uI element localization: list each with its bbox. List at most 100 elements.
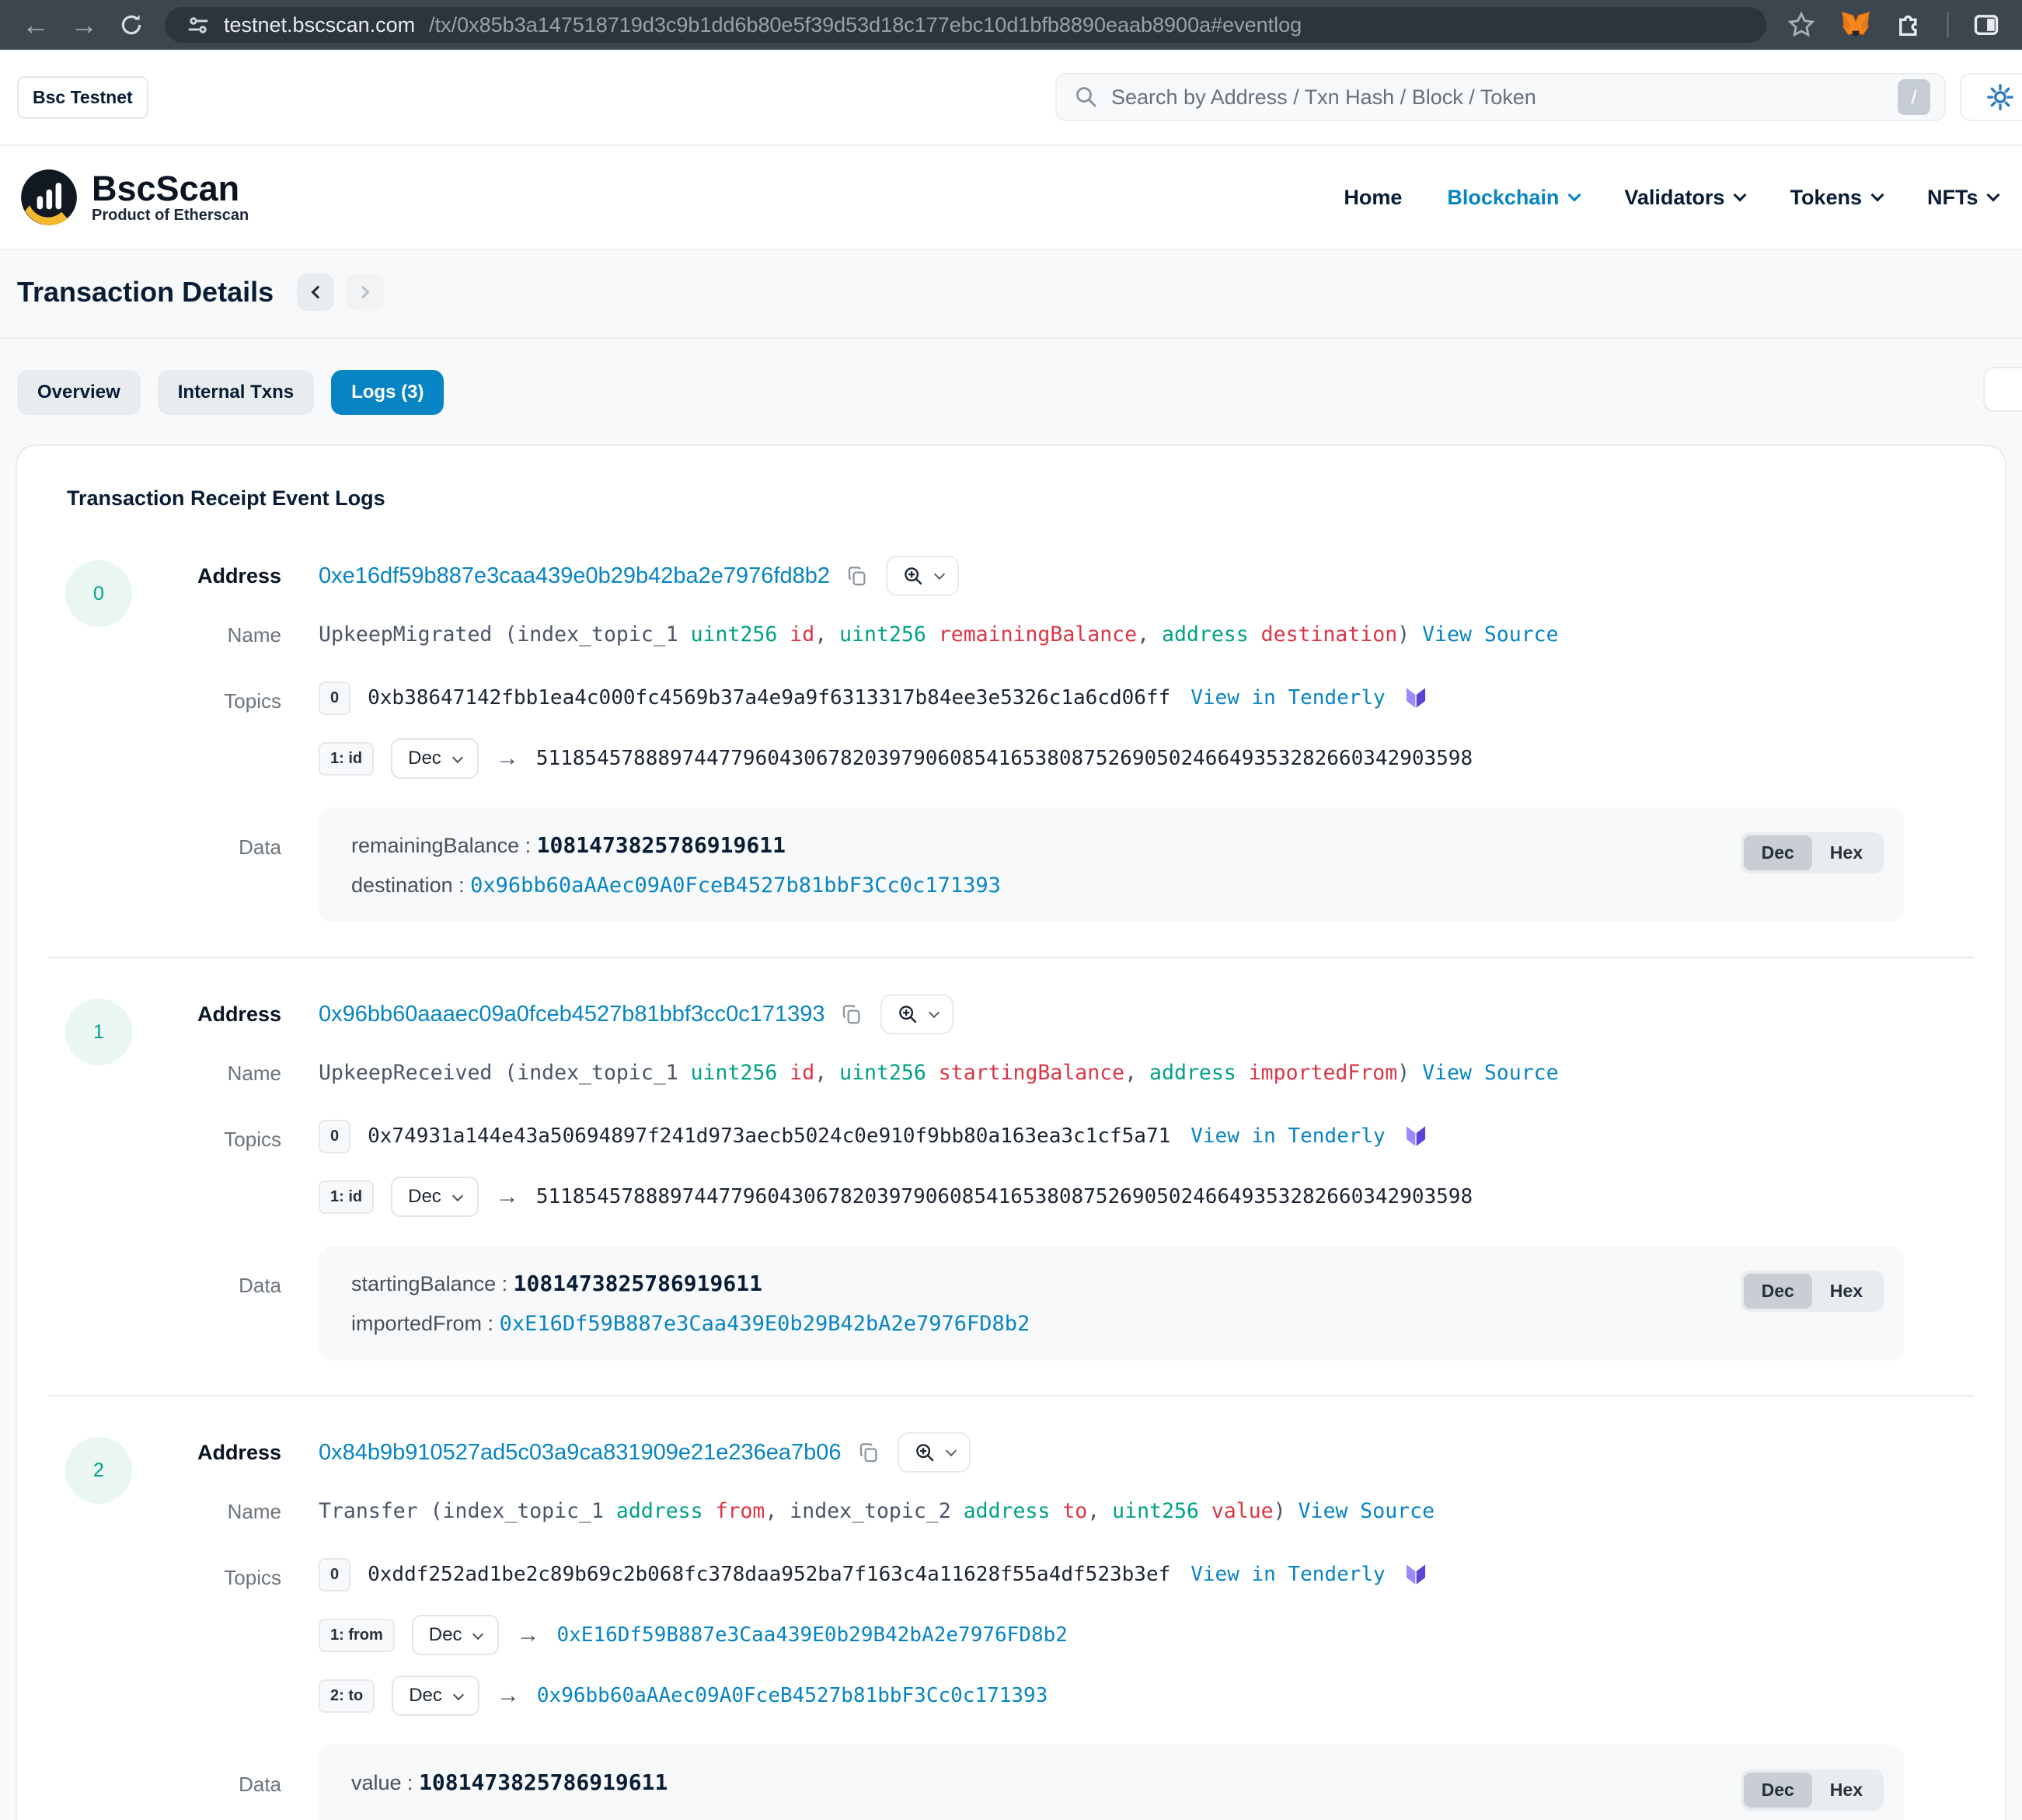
- back-icon[interactable]: ←: [22, 11, 50, 39]
- data-row-line: value : 1081473825786919611: [351, 1769, 668, 1795]
- zoom-in-icon: [901, 564, 925, 587]
- signature-token: address: [964, 1499, 1051, 1523]
- main-nav: Home Blockchain Validators Tokens NFTs M…: [1344, 186, 2022, 210]
- chevron-down-icon: [452, 751, 463, 762]
- topic-row: 1: id Dec → 5118545788897447796043067820…: [319, 736, 1971, 781]
- colon: :: [453, 873, 471, 897]
- extensions-icon[interactable]: [1895, 11, 1923, 39]
- signature-token: [926, 1061, 939, 1085]
- topic-value[interactable]: 0xE16Df59B887e3Caa439E0b29B42bA2e7976FD8…: [556, 1623, 1067, 1647]
- hex-toggle-button[interactable]: Hex: [1812, 1773, 1881, 1808]
- nav-item-blockchain[interactable]: Blockchain: [1447, 186, 1579, 210]
- data-param-value: 1081473825786919611: [537, 832, 786, 858]
- data-param-value: 1081473825786919611: [419, 1769, 668, 1795]
- log-address-link[interactable]: 0xe16df59b887e3caa439e0b29b42ba2e7976fd8…: [319, 563, 830, 589]
- signature-token: [1236, 1061, 1249, 1085]
- brand-title: BscScan: [92, 170, 249, 207]
- signature-token: uint256: [691, 622, 778, 647]
- signature-token: ): [1397, 622, 1422, 647]
- signature-token: Transfer (index_topic_1: [319, 1499, 616, 1523]
- log-address-link[interactable]: 0x96bb60aaaec09a0fceb4527b81bbf3cc0c1713…: [319, 1002, 824, 1027]
- copy-address-icon[interactable]: [840, 1002, 863, 1026]
- chevron-down-icon: [1870, 189, 1884, 202]
- address-zoom-dropdown[interactable]: [880, 994, 953, 1034]
- event-log-entry: 1 Address 0x96bb60aaaec09a0fceb4527b81bb…: [17, 986, 2005, 1367]
- nav-item-nfts[interactable]: NFTs: [1927, 186, 1999, 210]
- search-input[interactable]: [1111, 85, 1885, 110]
- tab-internal-txns[interactable]: Internal Txns: [158, 370, 314, 415]
- signature-token: [1050, 1499, 1062, 1523]
- metamask-icon[interactable]: [1839, 9, 1872, 41]
- search-bar[interactable]: /: [1055, 73, 1946, 121]
- address-zoom-dropdown[interactable]: [886, 556, 959, 596]
- toolbar-separator: [1947, 12, 1949, 38]
- view-source-link[interactable]: View Source: [1422, 622, 1559, 647]
- view-source-link[interactable]: View Source: [1422, 1061, 1559, 1085]
- topic-index-badge: 1: from: [319, 1619, 395, 1652]
- brand-logo[interactable]: BscScan Product of Etherscan: [17, 166, 249, 229]
- advanced-filter-button[interactable]: [1983, 367, 2022, 412]
- side-panel-icon[interactable]: [1972, 11, 2000, 39]
- theme-toggle-button[interactable]: [1960, 73, 2022, 121]
- hex-toggle-button[interactable]: Hex: [1812, 1274, 1881, 1309]
- hex-toggle-button[interactable]: Hex: [1812, 835, 1881, 870]
- view-source-link[interactable]: View Source: [1299, 1499, 1435, 1523]
- log-divider: [48, 1395, 1974, 1396]
- dec-toggle-button[interactable]: Dec: [1744, 835, 1812, 870]
- topic-decode-select[interactable]: Dec: [391, 1177, 479, 1217]
- data-param-name: remainingBalance: [351, 834, 519, 857]
- topic-decode-select[interactable]: Dec: [412, 1615, 500, 1655]
- signature-token: ,: [1124, 1061, 1149, 1085]
- reload-icon[interactable]: [118, 12, 145, 38]
- tab-overview[interactable]: Overview: [17, 370, 141, 415]
- previous-transaction-button[interactable]: [297, 274, 334, 311]
- view-in-tenderly-link[interactable]: View in Tenderly: [1191, 1124, 1385, 1148]
- nav-item-home[interactable]: Home: [1344, 186, 1402, 210]
- topics-label: Topics: [17, 1114, 319, 1152]
- dec-toggle-button[interactable]: Dec: [1744, 1773, 1812, 1808]
- data-param-value[interactable]: 0x96bb60aAAec09A0FceB4527b81bbF3Cc0c1713…: [470, 873, 1001, 898]
- view-in-tenderly-link[interactable]: View in Tenderly: [1191, 1563, 1385, 1586]
- nav-item-validators[interactable]: Validators: [1624, 186, 1745, 210]
- bookmark-star-icon[interactable]: [1787, 10, 1816, 40]
- network-badge[interactable]: Bsc Testnet: [17, 76, 148, 119]
- search-shortcut-badge: /: [1898, 79, 1930, 115]
- site-info-icon[interactable]: [187, 13, 210, 37]
- signature-token: [777, 622, 790, 647]
- address-label: Address: [17, 564, 319, 588]
- chevron-down-icon: [472, 1628, 483, 1639]
- topic-value[interactable]: 0x96bb60aAAec09A0FceB4527b81bbF3Cc0c1713…: [537, 1684, 1048, 1707]
- log-index-badge: 0: [65, 560, 132, 627]
- name-label: Name: [17, 1500, 319, 1524]
- chevron-down-icon: [453, 1689, 464, 1700]
- arrow-right-icon: →: [496, 1184, 519, 1210]
- address-zoom-dropdown[interactable]: [898, 1432, 971, 1473]
- dec-toggle-button[interactable]: Dec: [1744, 1274, 1812, 1309]
- data-param-name: value: [351, 1771, 402, 1794]
- tenderly-icon: [1403, 685, 1429, 711]
- forward-icon[interactable]: →: [70, 11, 98, 39]
- view-in-tenderly-link[interactable]: View in Tenderly: [1191, 686, 1385, 710]
- arrow-right-icon: →: [497, 1682, 520, 1709]
- topic-decode-select[interactable]: Dec: [391, 738, 479, 779]
- tab-logs-3[interactable]: Logs (3): [331, 370, 444, 415]
- signature-token: ,: [1137, 622, 1162, 647]
- log-address-link[interactable]: 0x84b9b910527ad5c03a9ca831909e21e236ea7b…: [319, 1440, 842, 1466]
- data-param-value[interactable]: 0xE16Df59B887e3Caa439E0b29B42bA2e7976FD8…: [500, 1312, 1030, 1336]
- copy-address-icon[interactable]: [857, 1441, 880, 1464]
- next-transaction-button[interactable]: [347, 274, 384, 311]
- chevron-down-icon: [929, 1007, 940, 1018]
- topic-row: 0 0xb38647142fbb1ea4c000fc4569b37a4e9a9f…: [319, 675, 1971, 720]
- copy-address-icon[interactable]: [845, 564, 869, 587]
- topic-row: 1: from Dec → 0xE16Df59B887e3Caa439E0b29…: [319, 1613, 1971, 1658]
- url-bar[interactable]: testnet.bscscan.com/tx/0x85b3a147518719d…: [165, 7, 1766, 43]
- event-log-entry: 2 Address 0x84b9b910527ad5c03a9ca831909e…: [17, 1424, 2005, 1820]
- signature-token: ,: [814, 1061, 839, 1085]
- nav-item-tokens[interactable]: Tokens: [1790, 186, 1882, 210]
- topic-decode-select[interactable]: Dec: [392, 1675, 479, 1716]
- data-row-line: destination : 0x96bb60aAAec09A0FceB4527b…: [351, 873, 1001, 898]
- log-index-badge: 2: [65, 1437, 132, 1504]
- chevron-down-icon: [452, 1190, 463, 1201]
- bscscan-logo-icon: [17, 166, 81, 229]
- signature-token: id: [790, 1061, 814, 1085]
